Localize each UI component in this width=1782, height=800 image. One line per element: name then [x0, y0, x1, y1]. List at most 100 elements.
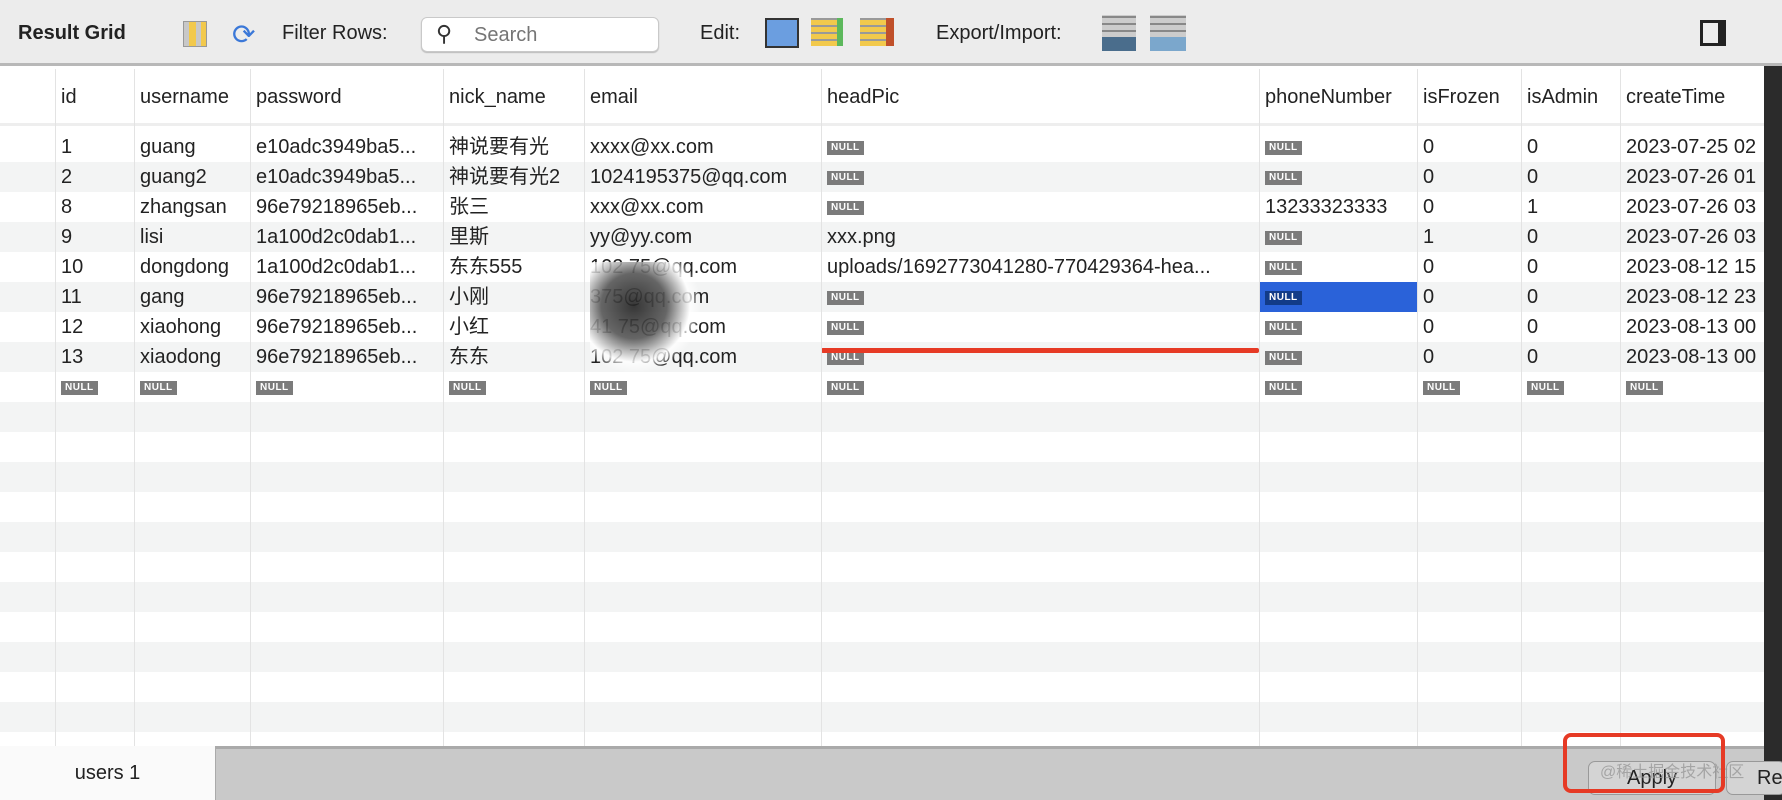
- cell-headpic[interactable]: NULL: [821, 312, 1259, 342]
- toggle-panel-icon[interactable]: [1700, 20, 1726, 46]
- table-row[interactable]: 2 guang2 e10adc3949ba5... 神说要有光2 1024195375@…: [0, 162, 1764, 192]
- empty-row[interactable]: [0, 612, 1764, 642]
- column-header-headpic[interactable]: headPic: [821, 69, 1259, 123]
- cell-isadmin[interactable]: NULL: [1521, 372, 1620, 402]
- cell-password[interactable]: 96e79218965eb...: [250, 192, 443, 222]
- cell-createtime[interactable]: 2023-08-12 23: [1620, 282, 1764, 312]
- column-divider[interactable]: [584, 69, 585, 746]
- empty-row[interactable]: [0, 582, 1764, 612]
- column-header-isadmin[interactable]: isAdmin: [1521, 69, 1620, 123]
- cell-email[interactable]: 1024195375@qq.com: [584, 162, 821, 192]
- cell-headpic[interactable]: NULL: [821, 342, 1259, 372]
- cell-nick_name[interactable]: 东东555: [443, 252, 584, 282]
- empty-row[interactable]: [0, 402, 1764, 432]
- cell-headpic[interactable]: uploads/1692773041280-770429364-hea...: [821, 252, 1259, 282]
- add-row-icon[interactable]: [811, 18, 843, 46]
- cell-nick_name[interactable]: 神说要有光2: [443, 162, 584, 192]
- cell-username[interactable]: dongdong: [134, 252, 250, 282]
- cell-isfrozen[interactable]: 0: [1417, 282, 1521, 312]
- column-divider[interactable]: [1417, 69, 1418, 746]
- column-divider[interactable]: [1259, 69, 1260, 746]
- cell-headpic[interactable]: NULL: [821, 162, 1259, 192]
- empty-row[interactable]: [0, 552, 1764, 582]
- cell-isfrozen[interactable]: 0: [1417, 162, 1521, 192]
- column-header-password[interactable]: password: [250, 69, 443, 123]
- column-header-email[interactable]: email: [584, 69, 821, 123]
- import-icon[interactable]: [1150, 15, 1186, 51]
- cell-email[interactable]: xxxx@xx.com: [584, 132, 821, 162]
- cell-password[interactable]: 96e79218965eb...: [250, 282, 443, 312]
- empty-row[interactable]: [0, 432, 1764, 462]
- new-row[interactable]: NULL NULL NULL NULL NULL NULL NULL NULL NULL NULL: [0, 372, 1764, 402]
- cell-headpic[interactable]: NULL: [821, 132, 1259, 162]
- grid-columns-icon[interactable]: [183, 21, 207, 47]
- cell-nick_name[interactable]: 神说要有光: [443, 132, 584, 162]
- cell-phonenumber[interactable]: NULL: [1259, 282, 1417, 312]
- cell-isadmin[interactable]: 0: [1521, 132, 1620, 162]
- edit-row-icon[interactable]: [765, 18, 799, 48]
- cell-nick_name[interactable]: 东东: [443, 342, 584, 372]
- cell-headpic[interactable]: NULL: [821, 192, 1259, 222]
- cell-phonenumber[interactable]: NULL: [1259, 132, 1417, 162]
- table-row[interactable]: 10dongdong1a100d2c0dab1...东东555102 75@qq…: [0, 252, 1764, 282]
- cell-username[interactable]: NULL: [134, 372, 250, 402]
- search-input[interactable]: [474, 24, 644, 47]
- cell-isadmin[interactable]: 1: [1521, 192, 1620, 222]
- cell-username[interactable]: xiaohong: [134, 312, 250, 342]
- cell-password[interactable]: 96e79218965eb...: [250, 312, 443, 342]
- empty-row[interactable]: [0, 642, 1764, 672]
- cell-isadmin[interactable]: 0: [1521, 312, 1620, 342]
- cell-id[interactable]: NULL: [55, 372, 134, 402]
- cell-createtime[interactable]: 2023-08-12 15: [1620, 252, 1764, 282]
- vertical-scrollbar[interactable]: [1764, 66, 1782, 800]
- cell-isfrozen[interactable]: 0: [1417, 132, 1521, 162]
- table-row[interactable]: 8 zhangsan 96e79218965eb... 张三 xxx@xx.com NUL…: [0, 192, 1764, 222]
- cell-headpic[interactable]: NULL: [821, 372, 1259, 402]
- column-divider[interactable]: [443, 69, 444, 746]
- cell-password[interactable]: 1a100d2c0dab1...: [250, 252, 443, 282]
- cell-isadmin[interactable]: 0: [1521, 162, 1620, 192]
- column-header-phonenumber[interactable]: phoneNumber: [1259, 69, 1417, 123]
- empty-row[interactable]: [0, 492, 1764, 522]
- column-divider[interactable]: [821, 69, 822, 746]
- cell-headpic[interactable]: NULL: [821, 282, 1259, 312]
- table-row[interactable]: 11gang96e79218965eb...小刚 375@qq.comNULLN…: [0, 282, 1764, 312]
- cell-isfrozen[interactable]: NULL: [1417, 372, 1521, 402]
- cell-isfrozen[interactable]: 0: [1417, 252, 1521, 282]
- cell-nick_name[interactable]: 小红: [443, 312, 584, 342]
- cell-isfrozen[interactable]: 0: [1417, 342, 1521, 372]
- refresh-icon[interactable]: ⟳: [232, 18, 255, 51]
- cell-id[interactable]: 8: [55, 192, 134, 222]
- empty-row[interactable]: [0, 522, 1764, 552]
- cell-password[interactable]: 1a100d2c0dab1...: [250, 222, 443, 252]
- cell-id[interactable]: 10: [55, 252, 134, 282]
- cell-createtime[interactable]: 2023-07-25 02: [1620, 132, 1764, 162]
- cell-createtime[interactable]: 2023-07-26 03: [1620, 222, 1764, 252]
- cell-id[interactable]: 1: [55, 132, 134, 162]
- cell-email[interactable]: xxx@xx.com: [584, 192, 821, 222]
- column-divider[interactable]: [250, 69, 251, 746]
- cell-username[interactable]: gang: [134, 282, 250, 312]
- cell-phonenumber[interactable]: 13233323333: [1259, 192, 1417, 222]
- column-header-isfrozen[interactable]: isFrozen: [1417, 69, 1521, 123]
- cell-headpic[interactable]: xxx.png: [821, 222, 1259, 252]
- delete-row-icon[interactable]: [860, 18, 894, 46]
- column-header-nick_name[interactable]: nick_name: [443, 69, 584, 123]
- cell-password[interactable]: e10adc3949ba5...: [250, 132, 443, 162]
- cell-nick_name[interactable]: 小刚: [443, 282, 584, 312]
- cell-isadmin[interactable]: 0: [1521, 252, 1620, 282]
- cell-username[interactable]: zhangsan: [134, 192, 250, 222]
- table-row[interactable]: 12xiaohong96e79218965eb...小红 41 75@qq.co…: [0, 312, 1764, 342]
- cell-isfrozen[interactable]: 0: [1417, 312, 1521, 342]
- cell-username[interactable]: guang2: [134, 162, 250, 192]
- cell-id[interactable]: 11: [55, 282, 134, 312]
- column-header-createtime[interactable]: createTime: [1620, 69, 1764, 123]
- cell-username[interactable]: xiaodong: [134, 342, 250, 372]
- cell-createtime[interactable]: NULL: [1620, 372, 1764, 402]
- column-divider[interactable]: [1521, 69, 1522, 746]
- result-grid[interactable]: 1 guang e10adc3949ba5... 神说要有光 xxxx@xx.com NU…: [0, 69, 1764, 746]
- cell-isadmin[interactable]: 0: [1521, 282, 1620, 312]
- cell-id[interactable]: 12: [55, 312, 134, 342]
- column-divider[interactable]: [134, 69, 135, 746]
- cell-createtime[interactable]: 2023-08-13 00: [1620, 342, 1764, 372]
